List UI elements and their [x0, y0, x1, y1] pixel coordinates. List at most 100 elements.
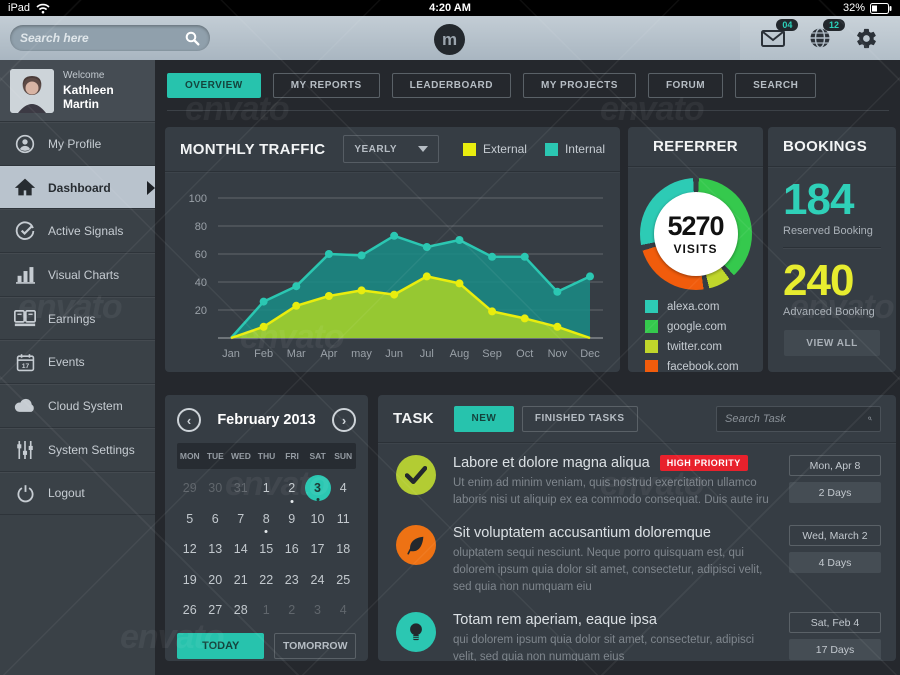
calendar-day[interactable]: 28	[228, 595, 254, 626]
calendar-day[interactable]: 14	[228, 534, 254, 565]
weekday-label: TUE	[203, 451, 229, 461]
legend-label: alexa.com	[667, 301, 719, 313]
battery-percent: 32%	[843, 2, 865, 14]
chevron-down-icon	[418, 146, 428, 152]
legend-swatch	[645, 340, 658, 353]
task-days-button[interactable]: 4 Days	[789, 552, 881, 573]
tab-forum[interactable]: FORUM	[648, 73, 723, 98]
sidebar-item-system-settings[interactable]: System Settings	[0, 428, 155, 472]
view-all-button[interactable]: VIEW ALL	[784, 330, 880, 356]
calendar-day[interactable]: 6	[203, 504, 229, 535]
visits-counter: 5270 VISITS	[654, 192, 738, 276]
traffic-area-chart: 20406080100JanFebMarAprmayJunJulAugSepOc…	[165, 172, 620, 372]
sidebar-item-label: My Profile	[48, 137, 101, 151]
calendar-weekday-row: MONTUEWEDTHUFRISATSUN	[177, 443, 356, 469]
settings-button[interactable]	[850, 23, 884, 53]
task-date-button[interactable]: Wed, March 2	[789, 525, 881, 546]
finished-tasks-button[interactable]: FINISHED TASKS	[522, 406, 638, 432]
tomorrow-button[interactable]: TOMORROW	[274, 633, 356, 659]
task-date-button[interactable]: Sat, Feb 4	[789, 612, 881, 633]
calendar-day[interactable]: 20	[203, 565, 229, 596]
tab-leaderboard[interactable]: LEADERBOARD	[392, 73, 511, 98]
svg-text:20: 20	[195, 305, 207, 317]
chart-legend: External Internal	[463, 142, 605, 156]
calendar-grid: 2930311234567891011121314151617181920212…	[177, 473, 356, 626]
calendar-day[interactable]: 3	[305, 595, 331, 626]
calendar-day[interactable]: 7	[228, 504, 254, 535]
task-date-button[interactable]: Mon, Apr 8	[789, 455, 881, 476]
sidebar-item-cloud-system[interactable]: Cloud System	[0, 384, 155, 428]
legend-label: facebook.com	[667, 361, 739, 373]
calendar-day[interactable]: 27	[203, 595, 229, 626]
sidebar-item-logout[interactable]: Logout	[0, 472, 155, 516]
calendar-day[interactable]: 9	[279, 504, 305, 535]
calendar-day[interactable]: 23	[279, 565, 305, 596]
calendar-day-selected[interactable]: 3	[305, 473, 331, 504]
next-month-button[interactable]: ›	[332, 408, 356, 432]
new-task-button[interactable]: NEW	[454, 406, 514, 432]
today-button[interactable]: TODAY	[177, 633, 264, 659]
svg-text:Oct: Oct	[516, 348, 533, 360]
calendar-day[interactable]: 13	[203, 534, 229, 565]
calendar-day[interactable]: 24	[305, 565, 331, 596]
calendar-day[interactable]: 17	[305, 534, 331, 565]
referrer-legend: alexa.comgoogle.comtwitter.comfacebook.c…	[628, 298, 763, 372]
calendar-day[interactable]: 1	[254, 595, 280, 626]
task-search-input[interactable]	[725, 413, 868, 425]
calendar-day[interactable]: 22	[254, 565, 280, 596]
prev-month-button[interactable]: ‹	[177, 408, 201, 432]
user-profile-box[interactable]: Welcome Kathleen Martin	[0, 60, 155, 122]
period-dropdown[interactable]: YEARLY	[343, 135, 439, 163]
calendar-day[interactable]: 21	[228, 565, 254, 596]
app-logo[interactable]: m	[434, 24, 465, 55]
global-search-input[interactable]	[20, 31, 185, 45]
svg-text:Feb: Feb	[254, 348, 273, 360]
calendar-day[interactable]: 12	[177, 534, 203, 565]
calendar-day[interactable]: 4	[331, 473, 357, 504]
calendar-day[interactable]: 15	[254, 534, 280, 565]
calendar-day[interactable]: 11	[331, 504, 357, 535]
calendar-day[interactable]: 8	[254, 504, 280, 535]
sidebar-item-label: Events	[48, 355, 85, 369]
calendar-day[interactable]: 2	[279, 595, 305, 626]
task-search[interactable]	[716, 406, 881, 432]
weekday-label: SAT	[305, 451, 331, 461]
user-icon	[14, 134, 36, 154]
global-search[interactable]	[10, 25, 210, 51]
calendar-day[interactable]: 25	[331, 565, 357, 596]
tab-search[interactable]: SEARCH	[735, 73, 816, 98]
panel-title: MONTHLY TRAFFIC	[180, 141, 325, 158]
calendar-day[interactable]: 31	[228, 473, 254, 504]
task-days-button[interactable]: 2 Days	[789, 482, 881, 503]
calendar-day[interactable]: 26	[177, 595, 203, 626]
calendar-day[interactable]: 18	[331, 534, 357, 565]
sidebar-item-earnings[interactable]: Earnings	[0, 297, 155, 341]
sidebar-item-active-signals[interactable]: Active Signals	[0, 209, 155, 253]
svg-text:Jan: Jan	[222, 348, 240, 360]
sidebar-item-events[interactable]: 17 Events	[0, 340, 155, 384]
calendar-day[interactable]: 4	[331, 595, 357, 626]
referrer-legend-item: twitter.com	[645, 340, 763, 353]
tab-my-reports[interactable]: MY REPORTS	[273, 73, 380, 98]
calendar-day[interactable]: 29	[177, 473, 203, 504]
messages-button[interactable]: 04	[756, 23, 790, 53]
sidebar-item-dashboard[interactable]: Dashboard	[0, 166, 155, 210]
check-circle-icon	[14, 221, 36, 241]
calendar-day[interactable]: 10	[305, 504, 331, 535]
network-button[interactable]: 12	[803, 23, 837, 53]
calendar-day[interactable]: 30	[203, 473, 229, 504]
calendar-day[interactable]: 2	[279, 473, 305, 504]
sidebar-item-label: System Settings	[48, 443, 135, 457]
sidebar-item-my-profile[interactable]: My Profile	[0, 122, 155, 166]
calendar-day[interactable]: 5	[177, 504, 203, 535]
calendar-day[interactable]: 19	[177, 565, 203, 596]
sidebar-item-visual-charts[interactable]: Visual Charts	[0, 253, 155, 297]
calendar-day[interactable]: 16	[279, 534, 305, 565]
tab-overview[interactable]: OVERVIEW	[167, 73, 261, 98]
calendar-day[interactable]: 1	[254, 473, 280, 504]
tab-my-projects[interactable]: MY PROJECTS	[523, 73, 636, 98]
svg-text:may: may	[351, 348, 372, 360]
svg-text:Dec: Dec	[580, 348, 600, 360]
weekday-label: FRI	[279, 451, 305, 461]
task-days-button[interactable]: 17 Days	[789, 639, 881, 660]
